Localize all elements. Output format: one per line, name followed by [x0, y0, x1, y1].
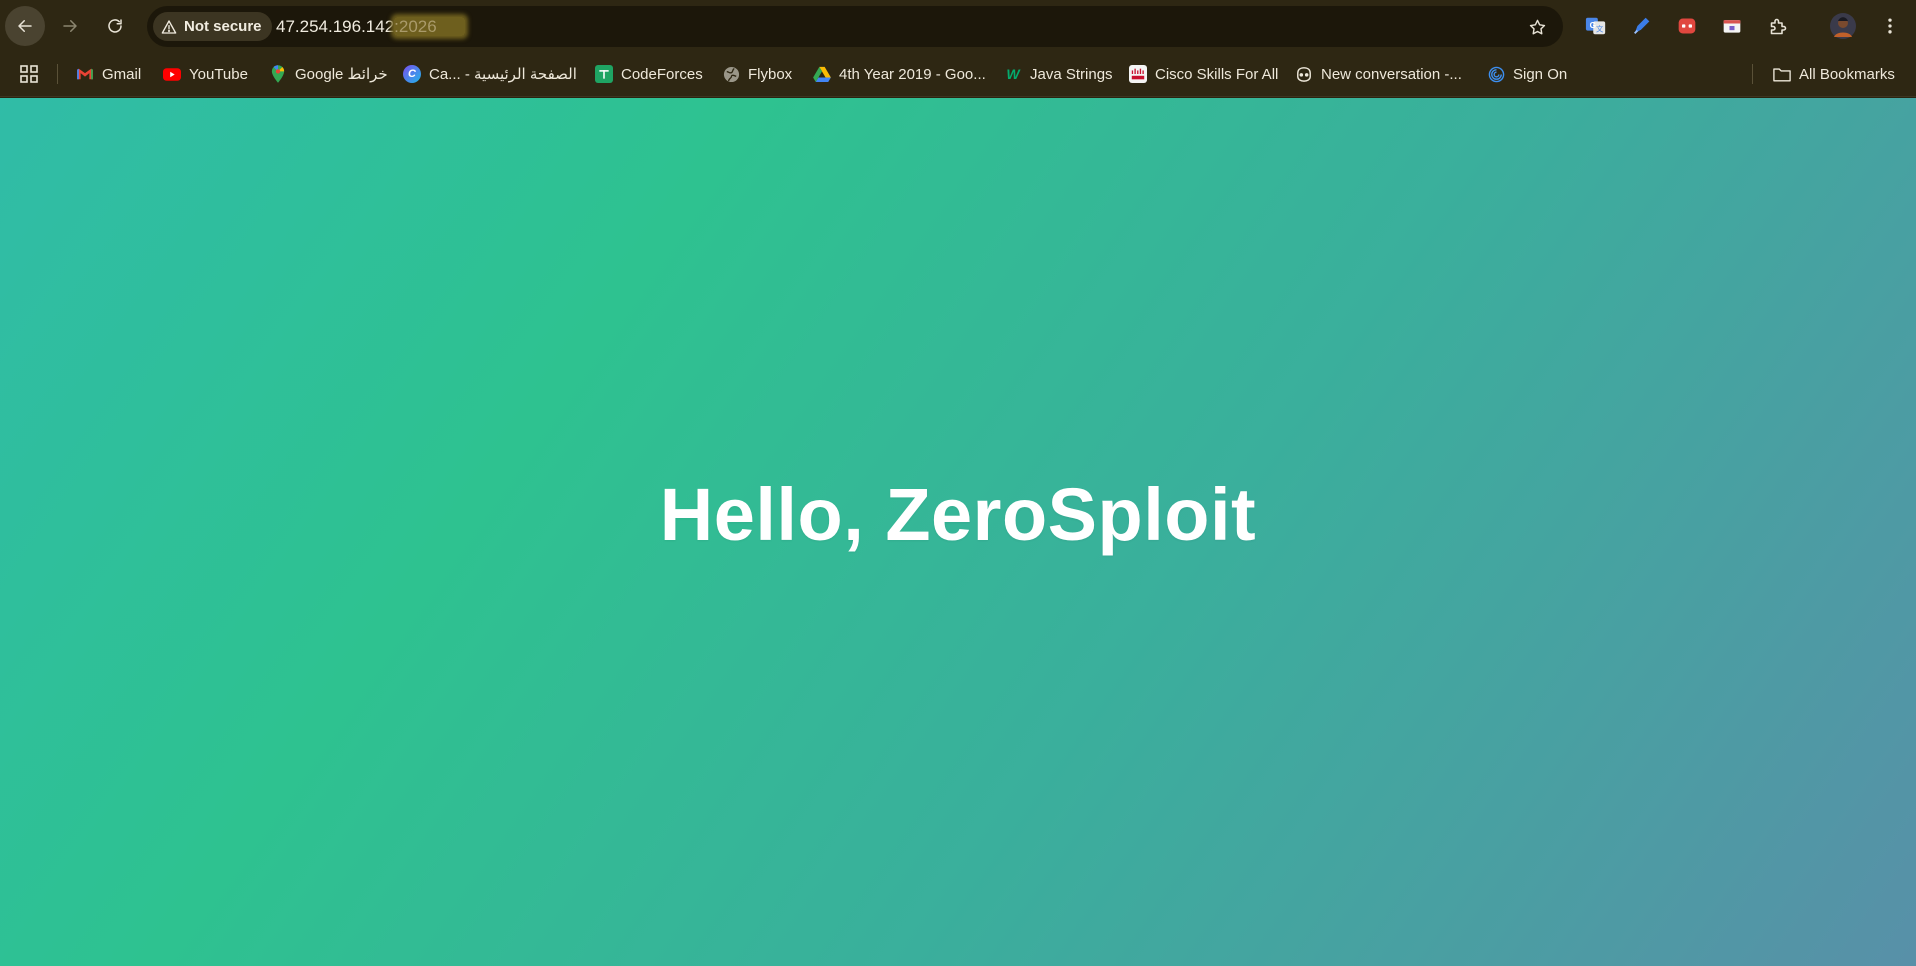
all-bookmarks-button[interactable]: All Bookmarks — [1773, 61, 1895, 87]
folder-icon — [1773, 65, 1791, 83]
bookmarks-divider-right — [1752, 64, 1753, 84]
w3-icon: W — [1006, 66, 1020, 82]
youtube-icon — [163, 65, 181, 83]
bookmark-label: Google خرائط — [295, 66, 388, 83]
apps-grid-icon[interactable] — [20, 65, 38, 83]
bookmark-google-maps[interactable]: Google خرائط — [269, 61, 388, 87]
bookmark-label: Java Strings — [1030, 65, 1113, 83]
google-translate-icon[interactable]: G文 — [1584, 14, 1608, 38]
bookmark-label: CodeForces — [621, 65, 703, 83]
bookmark-cisco[interactable]: Cisco Skills For All — [1129, 61, 1278, 87]
url-text[interactable]: 47.254.196.142:2026 — [276, 17, 465, 37]
security-indicator[interactable]: Not secure — [153, 12, 272, 41]
extensions-puzzle-icon[interactable] — [1766, 14, 1790, 38]
more-menu-icon[interactable] — [1878, 14, 1902, 38]
bookmarks-divider — [57, 64, 58, 84]
bookmark-youtube[interactable]: YouTube — [163, 61, 248, 87]
forward-button[interactable] — [50, 6, 90, 46]
bookmark-codeforces[interactable]: CodeForces — [595, 61, 703, 87]
bookmark-star-icon — [1529, 19, 1545, 34]
browser-toolbar: Not secure 47.254.196.142:2026 G文 — [0, 0, 1916, 51]
bookmark-label: Flybox — [748, 65, 793, 83]
url-host: 47.254.196.142 — [276, 17, 395, 36]
bookmark-sign-on[interactable]: Sign On — [1487, 61, 1567, 87]
bookmark-label: Sign On — [1513, 65, 1568, 83]
bookmark-java-strings[interactable]: W Java Strings — [1004, 61, 1113, 87]
profile-avatar[interactable] — [1830, 13, 1856, 39]
pen-extension-icon[interactable] — [1630, 14, 1654, 38]
reload-button[interactable] — [95, 6, 135, 46]
back-button[interactable] — [5, 6, 45, 46]
bookmarks-bar: Gmail YouTube Google خرائط C Ca... - الص… — [0, 51, 1916, 97]
bookmark-label: 4th Year 2019 - Goo... — [839, 65, 986, 83]
all-bookmarks-label: All Bookmarks — [1799, 65, 1895, 83]
bookmark-label: Ca... - الصفحة الرئيسية — [429, 66, 577, 83]
bookmark-new-conversation[interactable]: New conversation -... — [1295, 61, 1462, 87]
bookmark-star-button[interactable] — [1525, 15, 1549, 39]
codeforces-icon — [595, 65, 613, 83]
card-extension-icon[interactable] — [1720, 14, 1744, 38]
maps-icon — [269, 65, 287, 83]
address-bar[interactable]: Not secure 47.254.196.142:2026 — [147, 6, 1563, 47]
warning-triangle-icon — [161, 19, 177, 34]
gmail-icon — [76, 65, 94, 83]
bookmark-canva[interactable]: C Ca... - الصفحة الرئيسية — [403, 61, 577, 87]
page-heading: Hello, ZeroSploit — [659, 473, 1257, 556]
bookmark-flybox[interactable]: Flybox — [722, 61, 792, 87]
reload-icon — [108, 19, 122, 33]
url-port: :2026 — [394, 17, 465, 36]
svg-text:文: 文 — [1596, 25, 1604, 34]
svg-text:G: G — [1590, 21, 1596, 30]
signon-icon — [1487, 65, 1505, 83]
bookmark-drive[interactable]: 4th Year 2019 - Goo... — [813, 61, 986, 87]
bookmark-label: YouTube — [189, 65, 248, 83]
bookmark-label: Cisco Skills For All — [1155, 65, 1279, 83]
globe-icon — [722, 65, 740, 83]
cisco-icon — [1129, 65, 1147, 83]
red-extension-icon[interactable] — [1675, 14, 1699, 38]
bookmark-gmail[interactable]: Gmail — [76, 61, 141, 87]
page-viewport: Hello, ZeroSploit — [0, 98, 1916, 966]
google-drive-icon — [813, 65, 831, 83]
bookmark-label: New conversation -... — [1321, 65, 1462, 83]
canva-icon: C — [403, 65, 421, 83]
copilot-icon — [1295, 65, 1313, 83]
security-label: Not secure — [184, 18, 262, 35]
arrow-right-icon — [63, 20, 77, 32]
bookmark-label: Gmail — [102, 65, 142, 83]
arrow-left-icon — [18, 20, 32, 32]
